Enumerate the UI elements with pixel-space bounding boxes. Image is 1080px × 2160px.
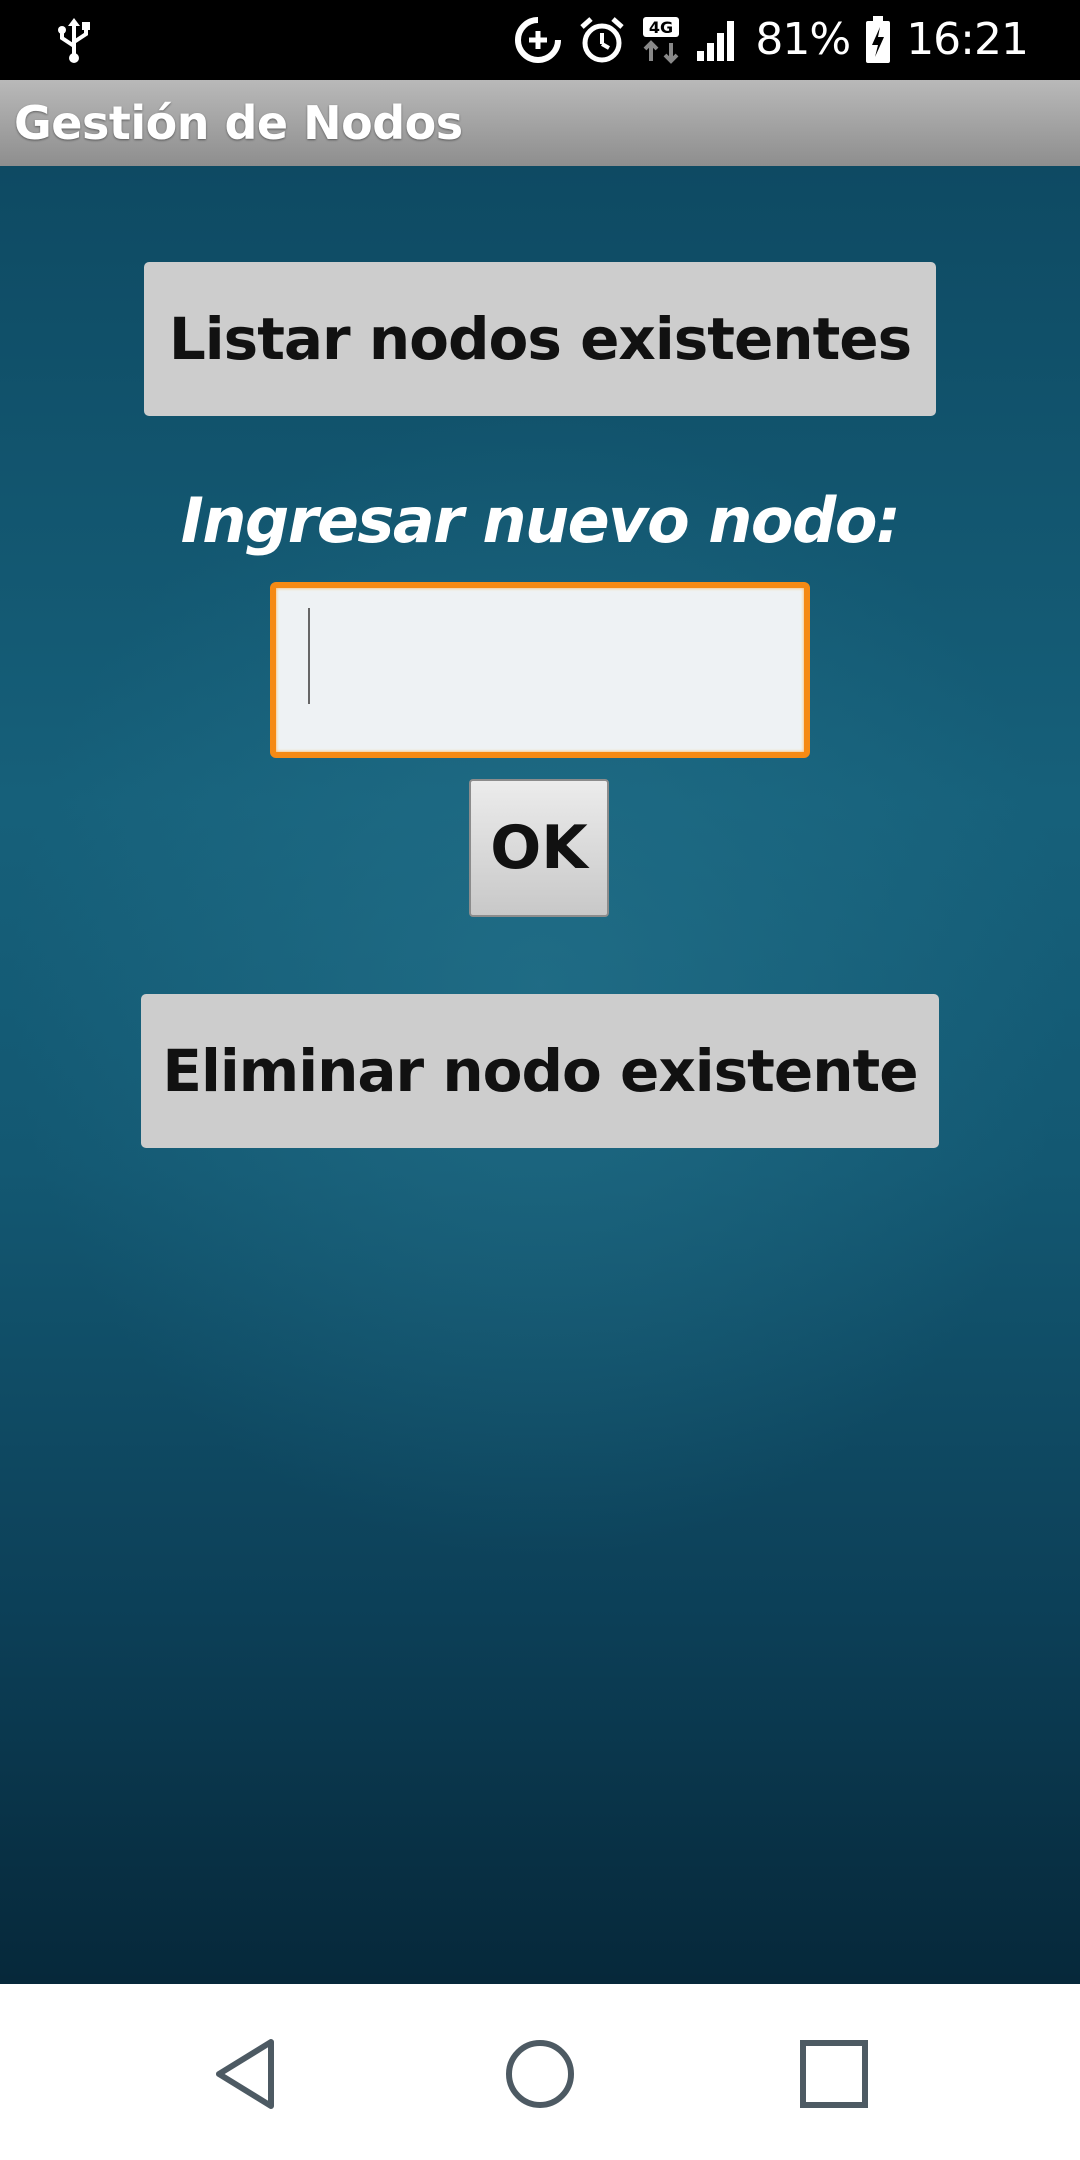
text-cursor: [308, 608, 310, 704]
usb-icon: [54, 16, 94, 64]
new-node-input[interactable]: [276, 588, 804, 752]
network-4g-icon: 4G: [641, 12, 681, 68]
battery-charging-icon: [864, 12, 892, 68]
app-title: Gestión de Nodos: [14, 96, 463, 150]
data-saver-icon: [513, 12, 563, 68]
back-icon[interactable]: [196, 2024, 296, 2124]
new-node-label: Ingresar nuevo nodo:: [180, 484, 901, 557]
recents-icon[interactable]: [784, 2024, 884, 2124]
action-bar: Gestión de Nodos: [0, 80, 1080, 167]
delete-node-button[interactable]: Eliminar nodo existente: [141, 994, 939, 1148]
list-nodes-button[interactable]: Listar nodos existentes: [144, 262, 936, 416]
signal-icon: [695, 12, 741, 68]
main-content: Listar nodos existentes Ingresar nuevo n…: [0, 166, 1080, 1984]
battery-percent: 81%: [755, 14, 851, 65]
status-icons: 4G 81% 16:21: [513, 10, 1029, 70]
new-node-field[interactable]: [270, 582, 810, 758]
clock: 16:21: [906, 14, 1029, 65]
navigation-bar: [0, 1984, 1080, 2160]
status-bar: 4G 81% 16:21: [0, 0, 1080, 80]
svg-text:4G: 4G: [649, 18, 673, 37]
ok-button[interactable]: OK: [469, 779, 609, 917]
home-icon[interactable]: [490, 2024, 590, 2124]
alarm-icon: [577, 12, 627, 68]
